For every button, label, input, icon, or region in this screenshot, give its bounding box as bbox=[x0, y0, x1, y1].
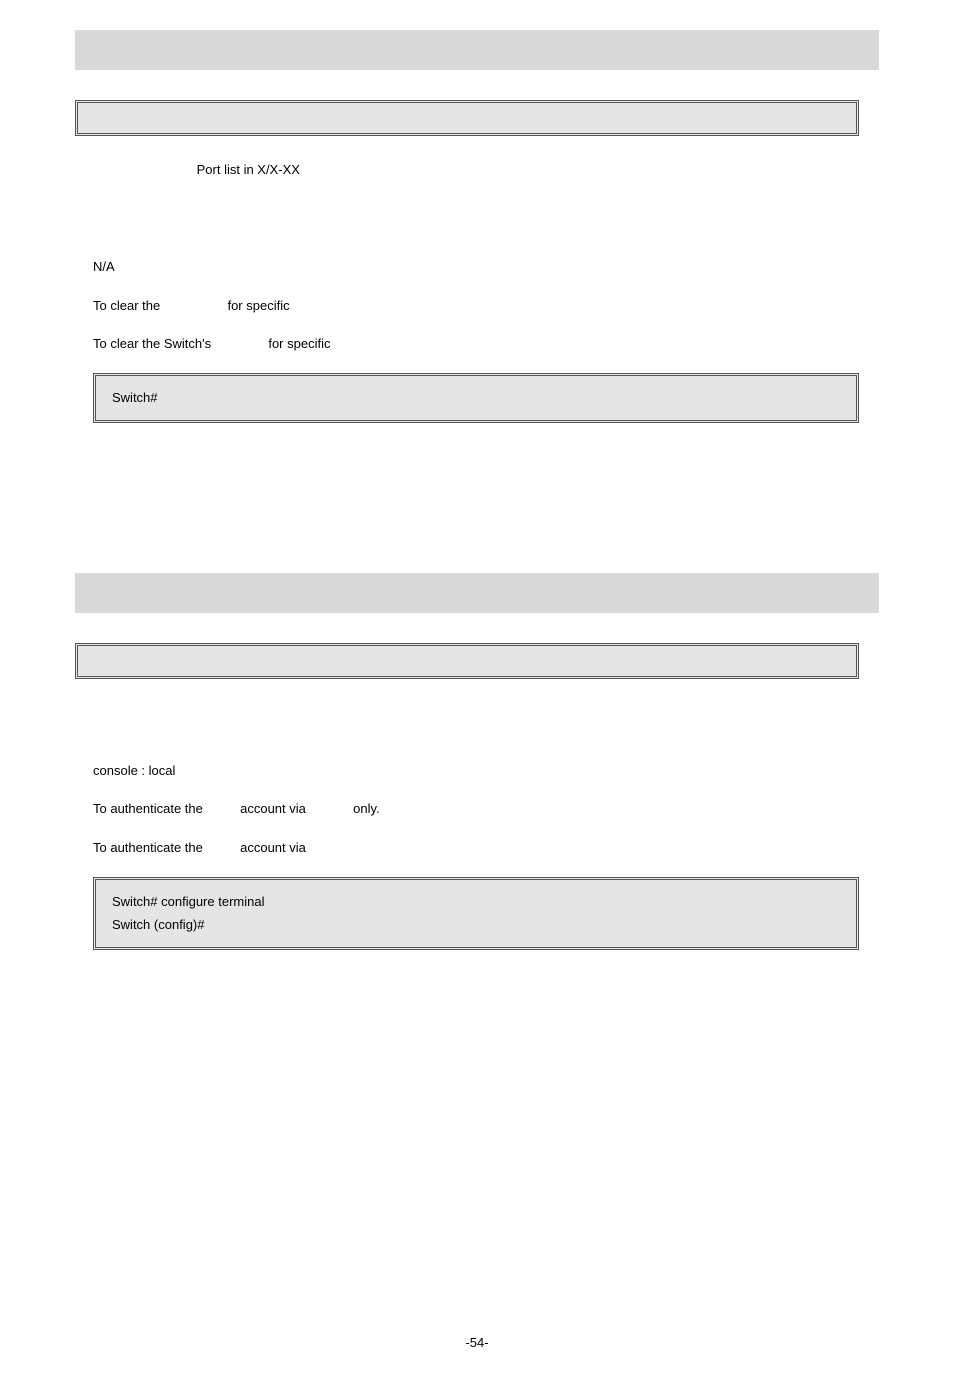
example-box-1: Switch# bbox=[93, 373, 859, 422]
section-header-bar-1 bbox=[75, 30, 879, 70]
usage-pre-1: To clear the bbox=[93, 298, 160, 313]
usage-post-2: only. bbox=[353, 801, 380, 816]
syntax-box-1 bbox=[75, 100, 859, 136]
example-pre-1: To clear the Switch's bbox=[93, 336, 211, 351]
example-mid-2: account via bbox=[240, 840, 306, 855]
section-header-bar-2 bbox=[75, 573, 879, 613]
example-box-2: Switch# configure terminal Switch (confi… bbox=[93, 877, 859, 950]
default-row-2: console : local bbox=[93, 761, 879, 782]
example-post-1: for specific bbox=[268, 336, 330, 351]
example-pre-2: To authenticate the bbox=[93, 840, 203, 855]
default-row-1: N/A bbox=[93, 257, 879, 278]
example-code-2-line1: Switch# configure terminal bbox=[112, 890, 840, 913]
usage-row-2: To authenticate the account via only. bbox=[93, 799, 879, 820]
example-code-2-line2: Switch (config)# bbox=[112, 913, 840, 936]
usage-pre-2: To authenticate the bbox=[93, 801, 203, 816]
page-number: -54- bbox=[0, 1335, 954, 1350]
example-desc-row-2: To authenticate the account via bbox=[93, 838, 879, 859]
syntax-box-2 bbox=[75, 643, 859, 679]
default-value-1: N/A bbox=[93, 259, 115, 274]
example-desc-row-1: To clear the Switch's for specific bbox=[93, 334, 879, 355]
usage-mid-2: account via bbox=[240, 801, 306, 816]
default-value-2: console : local bbox=[93, 763, 175, 778]
usage-row-1: To clear the for specific bbox=[93, 296, 879, 317]
parameter-row: Port list in X/X-XX bbox=[93, 160, 879, 181]
parameter-description: Port list in X/X-XX bbox=[197, 162, 300, 177]
usage-post-1: for specific bbox=[227, 298, 289, 313]
example-code-1: Switch# bbox=[112, 390, 158, 405]
